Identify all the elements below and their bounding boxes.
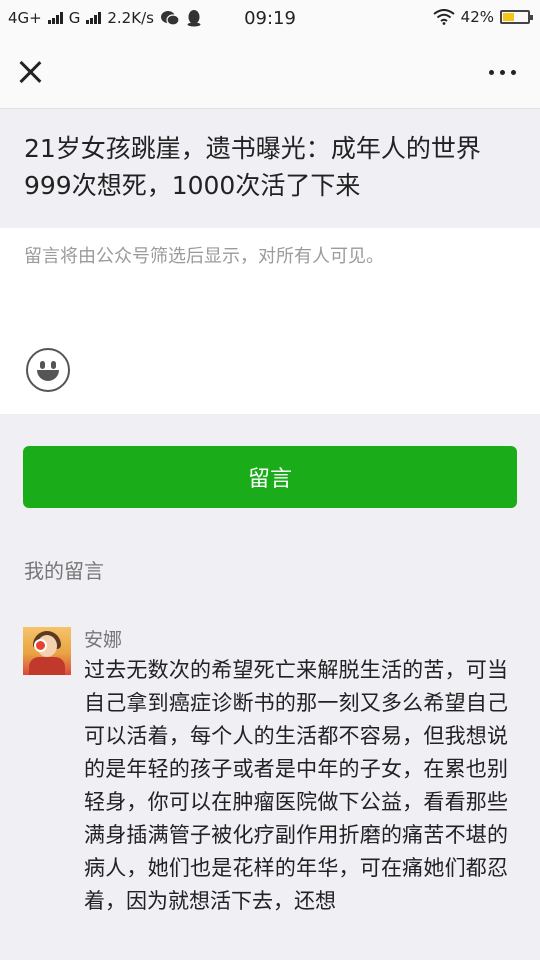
comment-input[interactable]: 留言将由公众号筛选后显示，对所有人可见。 (0, 228, 540, 414)
nav-bar (0, 36, 540, 109)
comment-author: 安娜 (84, 629, 123, 651)
submit-comment-button[interactable]: 留言 (23, 446, 517, 508)
wifi-icon (433, 9, 455, 25)
close-icon[interactable] (16, 58, 44, 86)
battery-percent: 42% (460, 8, 494, 26)
battery-fill (503, 13, 514, 21)
comment-text: 过去无数次的希望死亡来解脱生活的苦，可当自己拿到癌症诊断书的那一刻又多么希望自己… (84, 658, 508, 913)
more-dots-icon[interactable] (489, 70, 516, 75)
battery-icon (500, 10, 533, 24)
my-comments-label: 我的留言 (24, 559, 104, 583)
avatar (23, 627, 71, 675)
comment-placeholder: 留言将由公众号筛选后显示，对所有人可见。 (24, 246, 384, 267)
article-title: 21岁女孩跳崖，遗书曝光：成年人的世界999次想死，1000次活了下来 (24, 134, 481, 200)
emoji-smile-icon[interactable] (26, 348, 70, 392)
status-right: 42% (433, 8, 533, 26)
status-bar: 4G+ G 2.2K/s 09:19 42% (0, 0, 540, 36)
